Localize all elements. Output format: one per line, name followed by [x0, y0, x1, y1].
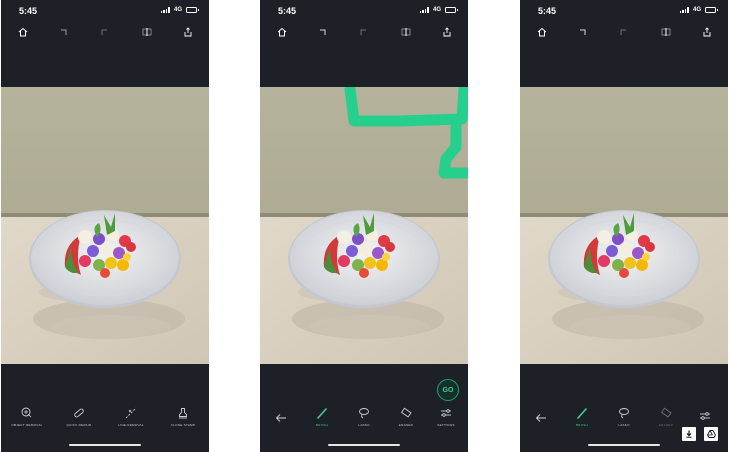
eraser-icon	[400, 407, 412, 418]
home-indicator	[69, 443, 141, 446]
network-label: 4G	[173, 7, 182, 13]
download-button[interactable]	[682, 427, 696, 441]
undo-icon[interactable]	[576, 25, 590, 39]
stamp-icon	[179, 408, 187, 419]
tool-label: QUICK REPAIR	[66, 423, 92, 427]
tool-eraser[interactable]: ERASER	[384, 407, 428, 427]
tool-label: LINE REMOVAL	[118, 423, 144, 427]
tool-label: ERASER	[398, 423, 414, 427]
brush-icon	[317, 408, 327, 419]
home-indicator	[328, 443, 400, 446]
photo-canvas[interactable]	[520, 87, 728, 364]
tool-lasso[interactable]: LASSO	[342, 407, 386, 427]
phone-screen-tools: 5:45 4G OBJECT REMOVAL QUICK REPAIR LINE…	[1, 0, 209, 452]
phone-screen-result: 5:45 4G BRUSH LASSO ERASER	[520, 0, 728, 452]
back-arrow-icon[interactable]	[534, 411, 548, 425]
status-bar: 5:45 4G	[520, 0, 728, 22]
status-time: 5:45	[538, 6, 557, 16]
tool-label: CLONE STAMP	[170, 423, 196, 427]
status-bar: 5:45 4G	[260, 0, 468, 22]
tool-label: OBJECT REMOVAL	[11, 423, 43, 427]
sliders-icon[interactable]	[698, 409, 712, 423]
compare-icon[interactable]	[399, 25, 413, 39]
tool-label: BRUSH	[575, 423, 588, 427]
lasso-icon	[359, 408, 369, 419]
share-icon[interactable]	[440, 25, 454, 39]
tool-brush[interactable]: BRUSH	[300, 407, 344, 427]
tool-quick-repair[interactable]: QUICK REPAIR	[57, 407, 101, 427]
signal-icon	[679, 7, 689, 13]
network-label: 4G	[432, 7, 441, 13]
undo-icon[interactable]	[57, 25, 71, 39]
photo-canvas[interactable]	[260, 87, 468, 364]
status-time: 5:45	[278, 6, 297, 16]
redo-icon[interactable]	[97, 25, 111, 39]
status-time: 5:45	[19, 6, 38, 16]
tool-object-removal[interactable]: OBJECT REMOVAL	[5, 407, 49, 427]
top-toolbar	[520, 25, 728, 43]
home-icon[interactable]	[16, 25, 30, 39]
bandage-icon	[74, 408, 84, 418]
top-toolbar	[260, 25, 468, 43]
tool-label: LASSO	[618, 423, 630, 427]
compare-icon[interactable]	[140, 25, 154, 39]
share-icon[interactable]	[181, 25, 195, 39]
phone-screen-brush: 5:45 4G GO BRUSH LASSO ERASER SETTINGS	[260, 0, 468, 452]
tool-bar: OBJECT REMOVAL QUICK REPAIR LINE REMOVAL…	[1, 395, 209, 435]
home-icon[interactable]	[275, 25, 289, 39]
compare-icon[interactable]	[659, 25, 673, 39]
battery-icon	[445, 7, 458, 13]
photo-canvas[interactable]	[1, 87, 209, 364]
object-removal-icon	[21, 407, 32, 418]
google-drive-button[interactable]	[704, 427, 718, 441]
home-icon[interactable]	[535, 25, 549, 39]
share-icon[interactable]	[700, 25, 714, 39]
undo-icon[interactable]	[316, 25, 330, 39]
signal-icon	[160, 7, 170, 13]
tool-label: BRUSH	[315, 423, 328, 427]
download-icon	[686, 430, 692, 438]
back-arrow-icon[interactable]	[274, 411, 288, 425]
signal-icon	[419, 7, 429, 13]
brush-icon	[577, 408, 587, 419]
battery-icon	[186, 7, 199, 13]
tool-label: SETTINGS	[437, 423, 455, 427]
tool-line-removal[interactable]: LINE REMOVAL	[109, 407, 153, 427]
line-removal-icon	[125, 407, 137, 419]
network-label: 4G	[692, 7, 701, 13]
tool-clone-stamp[interactable]: CLONE STAMP	[161, 407, 205, 427]
top-toolbar	[1, 25, 209, 43]
status-bar: 5:45 4G	[1, 0, 209, 22]
google-drive-icon	[706, 430, 716, 438]
tool-label: LASSO	[358, 423, 370, 427]
redo-icon[interactable]	[616, 25, 630, 39]
lasso-icon	[619, 408, 629, 419]
redo-icon[interactable]	[356, 25, 370, 39]
tool-bar: BRUSH LASSO ERASER SETTINGS	[260, 395, 468, 435]
tool-label: ERASER	[658, 423, 674, 427]
tool-settings[interactable]: SETTINGS	[424, 407, 468, 427]
battery-icon	[705, 7, 718, 13]
tool-brush[interactable]: BRUSH	[560, 407, 604, 427]
tool-eraser[interactable]: ERASER	[644, 407, 688, 427]
tool-bar: BRUSH LASSO ERASER	[520, 395, 728, 435]
tool-lasso[interactable]: LASSO	[602, 407, 646, 427]
home-indicator	[588, 443, 660, 446]
eraser-icon	[660, 407, 672, 418]
sliders-icon	[441, 409, 451, 417]
